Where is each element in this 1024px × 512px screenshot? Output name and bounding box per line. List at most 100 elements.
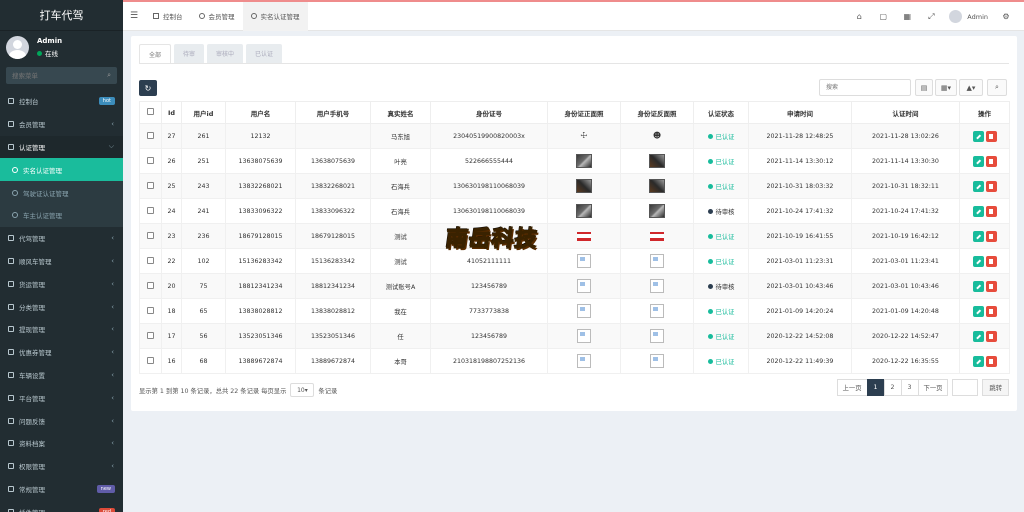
sidebar-item[interactable]: 顺风车管理 ‹ [0, 250, 123, 273]
sidebar-item[interactable]: 分类管理 ‹ [0, 295, 123, 318]
fullscreen-icon[interactable]: ⤢ [919, 12, 943, 22]
edit-button[interactable] [972, 155, 984, 167]
toggle-view-button[interactable]: ▤ [915, 79, 933, 96]
id-photo-thumbnail[interactable] [650, 329, 664, 343]
id-photo-thumbnail[interactable] [576, 204, 592, 218]
delete-button[interactable] [985, 330, 997, 342]
delete-button[interactable] [985, 255, 997, 267]
select-all-checkbox[interactable] [139, 101, 162, 124]
delete-button[interactable] [985, 155, 997, 167]
sidebar-item[interactable]: 会员管理 ‹ [0, 113, 123, 136]
id-photo-thumbnail[interactable] [649, 179, 665, 193]
jump-page-input[interactable] [952, 379, 979, 396]
jump-button[interactable]: 跳转 [982, 379, 1009, 396]
col-header[interactable]: 身份证正面照 [547, 101, 621, 124]
delete-button[interactable] [985, 205, 997, 217]
sidebar-subitem[interactable]: 实名认证管理 [0, 158, 123, 182]
edit-button[interactable] [972, 280, 984, 292]
tab-realname-auth[interactable]: 实名认证管理 [242, 1, 308, 31]
edit-button[interactable] [972, 330, 984, 342]
id-photo-thumbnail[interactable] [650, 354, 664, 368]
delete-button[interactable] [985, 355, 997, 367]
delete-button[interactable] [985, 230, 997, 242]
sidebar-item[interactable]: 权限管理 ‹ [0, 455, 123, 478]
id-photo-thumbnail[interactable]: ☩ [579, 131, 589, 141]
menu-toggle-icon[interactable]: ☰ [123, 11, 145, 21]
refresh-button[interactable]: ↻ [139, 80, 157, 96]
row-checkbox[interactable] [139, 323, 162, 349]
col-header[interactable]: 身份证号 [430, 101, 548, 124]
page-size-select[interactable]: 10 ▾ [290, 383, 315, 397]
id-photo-thumbnail[interactable] [576, 179, 592, 193]
table-row[interactable]: 23 236 18679128015 18679128015 测试 已认证 2021-10-… [139, 223, 1010, 249]
filter-tab-reviewing[interactable]: 审核中 [207, 44, 244, 63]
row-checkbox[interactable] [139, 173, 162, 199]
id-photo-thumbnail[interactable] [577, 304, 591, 318]
translate-icon[interactable]: ▦ [895, 12, 919, 21]
row-checkbox[interactable] [139, 273, 162, 299]
edit-button[interactable] [972, 230, 984, 242]
page-button[interactable]: 1 [866, 379, 885, 396]
row-checkbox[interactable] [139, 198, 162, 224]
id-photo-thumbnail[interactable] [649, 154, 665, 168]
sidebar-subitem[interactable]: 驾驶证认证管理 [0, 181, 123, 204]
edit-button[interactable] [972, 205, 984, 217]
sidebar-item[interactable]: 资料档案 ‹ [0, 432, 123, 455]
export-button[interactable]: ▲▾ [959, 79, 983, 96]
sidebar-item[interactable]: 常规管理 new [0, 478, 123, 501]
tab-members[interactable]: 会员管理 [191, 2, 243, 31]
edit-button[interactable] [972, 180, 984, 192]
sidebar-item[interactable]: 代驾管理 ‹ [0, 227, 123, 250]
row-checkbox[interactable] [139, 248, 162, 274]
id-photo-thumbnail[interactable] [577, 254, 591, 268]
edit-button[interactable] [972, 305, 984, 317]
sidebar-search[interactable]: ⌕ [6, 67, 117, 84]
search-toggle-button[interactable]: ⌕ [987, 79, 1007, 96]
delete-button[interactable] [985, 180, 997, 192]
col-header[interactable]: 用户手机号 [295, 101, 371, 124]
table-row[interactable]: 22 102 15136283342 15136283342 测试 41052111111… [139, 248, 1010, 274]
prev-page-button[interactable]: 上一页 [836, 379, 868, 396]
table-row[interactable]: 25 243 13832268021 13832268021 石海兵 1306301981… [139, 173, 1010, 199]
col-header[interactable]: 真实姓名 [370, 101, 431, 124]
col-header[interactable]: 认证时间 [851, 101, 960, 124]
sidebar-item[interactable]: 认证管理 ⌵ [0, 135, 123, 159]
page-button[interactable]: 3 [900, 379, 919, 396]
id-photo-thumbnail[interactable]: ☻ [652, 131, 662, 141]
trash-icon[interactable]: ▢ [871, 12, 895, 21]
row-checkbox[interactable] [139, 123, 162, 149]
next-page-button[interactable]: 下一页 [917, 379, 949, 396]
page-button[interactable]: 2 [883, 379, 902, 396]
table-row[interactable]: 17 56 13523051346 13523051346 任 123456789 已认证 2… [139, 323, 1010, 349]
edit-button[interactable] [972, 130, 984, 142]
app-brand[interactable]: 打车代驾 [0, 0, 123, 31]
edit-button[interactable] [972, 255, 984, 267]
tab-dashboard[interactable]: 控制台 [145, 2, 191, 31]
row-checkbox[interactable] [139, 348, 162, 374]
table-row[interactable]: 26 251 13638075639 13638075639 叶亮 52266655544… [139, 148, 1010, 174]
table-row[interactable]: 18 65 13838028812 13838028812 我在 7733773838 已认… [139, 298, 1010, 324]
id-photo-thumbnail[interactable] [650, 254, 664, 268]
table-row[interactable]: 20 75 18812341234 18812341234 测试账号A 123456789… [139, 273, 1010, 299]
sidebar-item[interactable]: 货运管理 ‹ [0, 272, 123, 295]
columns-button[interactable]: ▦▾ [935, 79, 957, 96]
id-photo-thumbnail[interactable] [577, 231, 591, 241]
edit-button[interactable] [972, 355, 984, 367]
table-row[interactable]: 16 68 13889672874 13889672874 本哥 210318198807… [139, 348, 1010, 374]
sidebar-item[interactable]: 控制台 hot [0, 90, 123, 113]
filter-tab-pending[interactable]: 待审 [174, 44, 205, 63]
table-row[interactable]: 27 261 12132 马东旭 23040519900820003x ☩ ☻ 已认证 2021… [139, 123, 1010, 149]
id-photo-thumbnail[interactable] [577, 329, 591, 343]
col-header[interactable]: 用户id [181, 101, 226, 124]
sidebar-item[interactable]: 平台管理 ‹ [0, 386, 123, 409]
sidebar-subitem[interactable]: 车主认证管理 [0, 203, 123, 227]
sidebar-item[interactable]: 插件管理red [0, 500, 123, 512]
row-checkbox[interactable] [139, 298, 162, 324]
sidebar-item[interactable]: 提现管理 ‹ [0, 318, 123, 341]
id-photo-thumbnail[interactable] [649, 204, 665, 218]
delete-button[interactable] [985, 305, 997, 317]
sidebar-item[interactable]: 车辆设置 ‹ [0, 364, 123, 387]
user-menu[interactable]: Admin [943, 10, 994, 23]
id-photo-thumbnail[interactable] [650, 231, 664, 241]
id-photo-thumbnail[interactable] [576, 154, 592, 168]
